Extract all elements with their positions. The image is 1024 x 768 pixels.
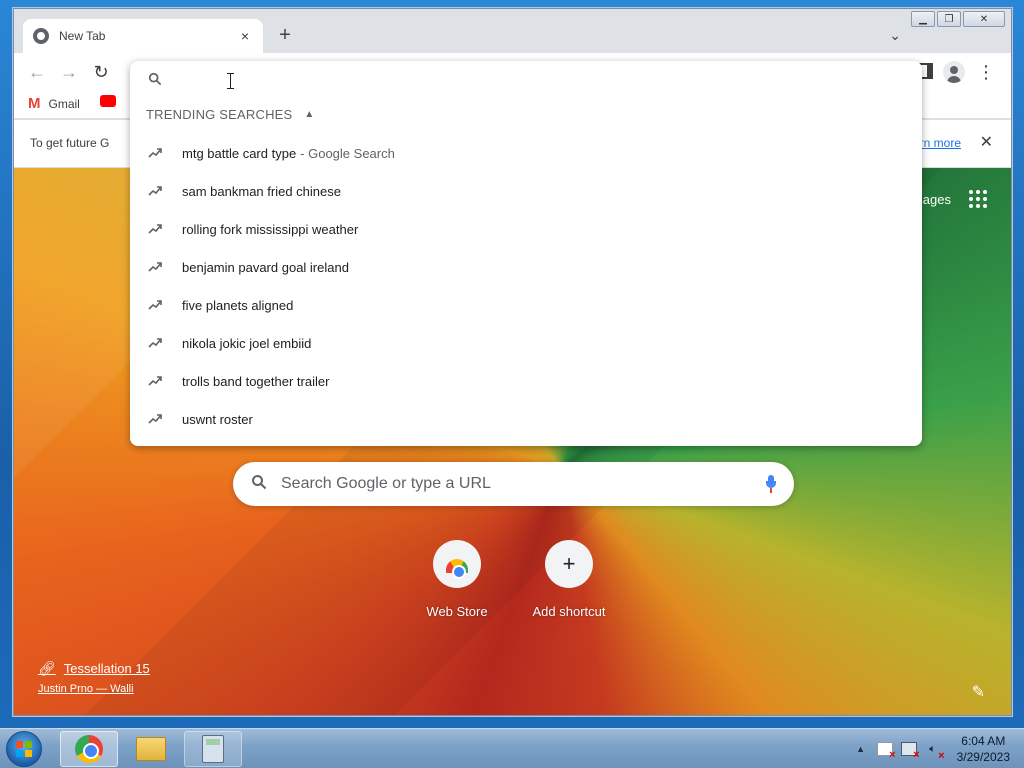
maximize-button[interactable]: ❐	[937, 11, 961, 27]
omnibox-input-row[interactable]	[130, 61, 922, 99]
windows-logo-icon	[16, 741, 32, 757]
link-icon: 🔗︎	[38, 660, 56, 676]
trending-icon	[148, 414, 162, 424]
bookmark-youtube[interactable]	[100, 95, 116, 107]
taskbar-file-explorer[interactable]	[122, 731, 180, 767]
suggestion-text: uswnt roster	[182, 411, 253, 427]
start-button[interactable]	[6, 731, 42, 767]
minimize-button[interactable]: ▁	[911, 11, 935, 27]
gmail-icon: M	[28, 95, 41, 112]
calculator-icon	[202, 735, 224, 763]
clock[interactable]: 6:04 AM 3/29/2023	[957, 733, 1010, 765]
tab-new-tab[interactable]: New Tab ×	[23, 19, 263, 53]
profile-avatar-icon[interactable]	[943, 61, 965, 83]
background-author-link[interactable]: Justin Prno — Walli	[38, 683, 150, 695]
new-tab-button[interactable]: +	[274, 25, 296, 45]
trending-header-label: TRENDING SEARCHES	[146, 107, 293, 122]
suggestion-text: mtg battle card type	[182, 145, 297, 161]
bookmark-label: Gmail	[48, 96, 80, 111]
shortcut-add[interactable]: + Add shortcut	[521, 540, 617, 619]
text-cursor-icon	[227, 73, 234, 89]
customize-pencil-icon[interactable]: ✎	[972, 682, 985, 702]
trending-searches-header: TRENDING SEARCHES ▲	[146, 107, 315, 122]
shortcut-web-store[interactable]: Web Store	[409, 540, 505, 619]
action-center-flag-icon[interactable]	[876, 742, 896, 761]
suggestion-text: benjamin pavard goal ireland	[182, 259, 349, 275]
plus-icon: +	[545, 540, 593, 588]
background-title: Tessellation 15	[63, 661, 150, 676]
chrome-icon	[75, 735, 103, 763]
window-caption-buttons: ▁ ❐ ✕	[911, 11, 1005, 27]
info-bar-close-icon[interactable]: ✕	[980, 132, 993, 152]
network-icon[interactable]	[900, 742, 920, 761]
search-placeholder: Search Google or type a URL	[281, 475, 491, 492]
tab-close-icon[interactable]: ×	[237, 28, 253, 44]
suggestion-text: five planets aligned	[182, 297, 294, 313]
chrome-favicon-icon	[33, 28, 49, 44]
suggestion-item[interactable]: five planets aligned	[130, 286, 922, 324]
youtube-icon	[100, 95, 116, 107]
close-window-button[interactable]: ✕	[963, 11, 1005, 27]
reload-button[interactable]: ↻	[90, 61, 112, 83]
taskbar-chrome[interactable]	[60, 731, 118, 767]
trending-icon	[148, 262, 162, 272]
webstore-icon	[446, 559, 468, 579]
tab-search-chevron-icon[interactable]: ⌄	[889, 27, 901, 44]
ntp-search-box[interactable]: Search Google or type a URL	[233, 462, 794, 506]
info-bar-text: To get future G	[30, 136, 110, 150]
background-title-link[interactable]: 🔗︎ Tessellation 15	[38, 660, 150, 677]
suggestion-text: rolling fork mississippi weather	[182, 221, 359, 237]
trending-icon	[148, 148, 162, 158]
search-icon	[251, 474, 267, 495]
tab-strip: New Tab × + ⌄ ▁ ❐ ✕	[14, 9, 1011, 55]
suggestion-item[interactable]: trolls band together trailer	[130, 362, 922, 400]
suggestion-item[interactable]: benjamin pavard goal ireland	[130, 248, 922, 286]
back-button[interactable]: ←	[26, 61, 48, 83]
taskbar-calculator[interactable]	[184, 731, 242, 767]
tray-expand-icon[interactable]: ▲	[853, 742, 869, 756]
forward-button[interactable]: →	[58, 61, 80, 83]
trending-icon	[148, 186, 162, 196]
suggestion-item[interactable]: mtg battle card type - Google Search	[130, 134, 922, 172]
suggestion-list: mtg battle card type - Google Search sam b…	[130, 134, 922, 438]
suggestion-item[interactable]: sam bankman fried chinese	[130, 172, 922, 210]
suggestion-suffix: - Google Search	[300, 145, 395, 161]
search-icon	[148, 72, 162, 89]
volume-icon[interactable]: 🔈︎	[925, 742, 944, 763]
tab-title: New Tab	[59, 29, 106, 43]
microphone-icon[interactable]	[766, 475, 776, 493]
suggestion-item[interactable]: nikola jokic joel embiid	[130, 324, 922, 362]
background-attribution: 🔗︎ Tessellation 15 Justin Prno — Walli	[38, 660, 150, 695]
taskbar: ▲ 🔈︎ 6:04 AM 3/29/2023	[0, 728, 1024, 768]
trending-icon	[148, 376, 162, 386]
trending-icon	[148, 224, 162, 234]
clock-date: 3/29/2023	[956, 750, 1010, 764]
omnibox-dropdown: TRENDING SEARCHES ▲ mtg battle card type…	[130, 61, 922, 446]
folder-icon	[136, 737, 166, 761]
bookmark-gmail[interactable]: M Gmail	[28, 95, 80, 112]
chevron-up-icon[interactable]: ▲	[304, 109, 314, 120]
system-tray: ▲ 🔈︎ 6:04 AM 3/29/2023	[845, 729, 1024, 768]
shortcut-label: Web Store	[426, 604, 488, 619]
trending-icon	[148, 338, 162, 348]
chrome-window: New Tab × + ⌄ ▁ ❐ ✕ ← → ↻ ⋮ M Gmail To g…	[13, 8, 1012, 716]
suggestion-text: sam bankman fried chinese	[182, 183, 341, 199]
google-apps-icon[interactable]	[969, 190, 987, 208]
suggestion-text: trolls band together trailer	[182, 373, 330, 389]
suggestion-item[interactable]: rolling fork mississippi weather	[130, 210, 922, 248]
menu-button[interactable]: ⋮	[977, 61, 995, 83]
shortcut-label: Add shortcut	[532, 604, 606, 619]
clock-time: 6:04 AM	[961, 734, 1006, 748]
suggestion-text: nikola jokic joel embiid	[182, 335, 312, 351]
suggestion-item[interactable]: uswnt roster	[130, 400, 922, 438]
trending-icon	[148, 300, 162, 310]
shortcut-tile	[433, 540, 481, 588]
